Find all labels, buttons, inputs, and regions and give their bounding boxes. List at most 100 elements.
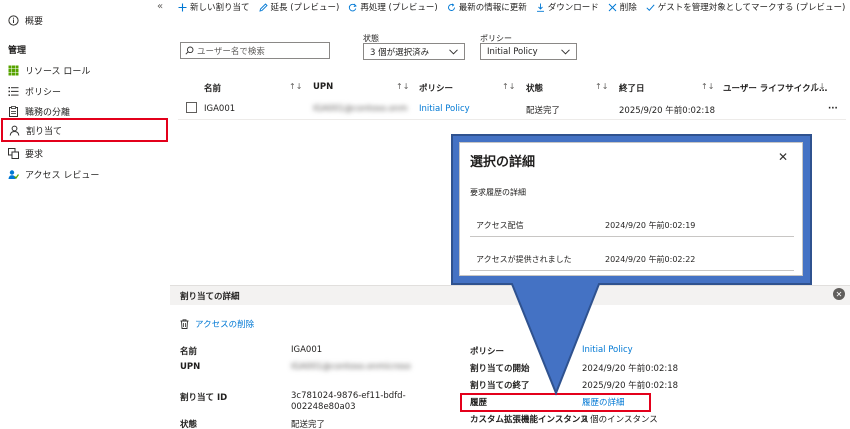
detail-label-custom-extension: カスタム拡張機能インスタンス [470, 415, 589, 425]
row-checkbox[interactable] [186, 102, 197, 113]
detail-label-name: 名前 [180, 347, 198, 357]
popup-row-value: 2024/9/20 午前0:02:22 [605, 255, 696, 264]
chevron-down-icon [449, 48, 458, 55]
app-root: « 概要 管理 リソース ロール ポリシー 職務の分離 割り当て 要求 アクセス… [0, 0, 850, 429]
sidebar-item-policies[interactable]: ポリシー [0, 81, 168, 101]
pencil-icon [258, 2, 268, 12]
detail-value-name: IGA001 [291, 345, 323, 355]
column-header-upn[interactable]: UPN [313, 82, 333, 92]
detail-value-start: 2024/9/20 午前0:02:18 [582, 364, 679, 374]
search-input[interactable]: ユーザー名で検索 [180, 42, 330, 59]
sidebar-item-label: 職務の分離 [25, 107, 71, 118]
sidebar-item-label: 概要 [25, 16, 44, 27]
sidebar-item-label: 要求 [25, 149, 44, 160]
popup-row-key: アクセスが提供されました [476, 255, 572, 264]
row-upn: IGA001@contoso.onmicrosoft.com [313, 104, 408, 114]
sidebar-item-label: リソース ロール [25, 66, 91, 77]
row-divider [178, 119, 846, 120]
download-icon [536, 3, 544, 12]
reprocess-label: 再処理 (プレビュー) [360, 3, 438, 13]
info-icon [7, 14, 19, 26]
sidebar-item-overview[interactable]: 概要 [0, 10, 168, 30]
download-label: ダウンロード [547, 3, 599, 13]
detail-value-upn: IGA001@contoso.onmicrosoft.com [291, 362, 411, 372]
sidebar-section-manage: 管理 [8, 46, 27, 56]
extend-label: 延長 (プレビュー) [270, 3, 340, 13]
new-assignment-button[interactable]: 新しい割り当て [178, 1, 250, 13]
delete-label: 削除 [619, 3, 637, 13]
extend-button[interactable]: 延長 (プレビュー) [258, 1, 340, 13]
detail-label-policy: ポリシー [470, 347, 505, 357]
popup-row-key: アクセス配信 [476, 221, 524, 230]
sort-icon[interactable]: ↑↓ [502, 82, 515, 91]
column-header-policy[interactable]: ポリシー [419, 82, 453, 94]
list-icon [7, 85, 19, 97]
row-state: 配送完了 [526, 106, 561, 116]
column-header-end-date[interactable]: 終了日 [619, 82, 645, 94]
sidebar-item-requests[interactable]: 要求 [0, 143, 168, 163]
policy-filter-dropdown[interactable]: Initial Policy [480, 43, 577, 60]
more-options-icon[interactable]: ··· [828, 104, 838, 114]
column-header-state[interactable]: 状態 [526, 82, 543, 94]
detail-value-end: 2025/9/20 午前0:02:18 [582, 381, 679, 391]
row-policy-link[interactable]: Initial Policy [419, 104, 470, 114]
selection-details-popup: 選択の詳細 ✕ 要求履歴の詳細 アクセス配信 2024/9/20 午前0:02:… [459, 142, 803, 276]
grid-icon [7, 64, 19, 76]
popup-title: 選択の詳細 [470, 155, 536, 170]
close-icon[interactable]: ✕ [778, 150, 788, 164]
reprocess-button[interactable]: 再処理 (プレビュー) [348, 1, 438, 13]
close-detail-icon[interactable]: ✕ [833, 288, 845, 300]
refresh-icon [447, 2, 455, 11]
review-icon [7, 168, 19, 180]
detail-pane-header: 割り当ての詳細 [170, 285, 850, 305]
detail-label-assignment-id: 割り当て ID [180, 393, 228, 403]
sort-icon[interactable]: ↑↓ [701, 82, 714, 91]
detail-value-assignment-id: 3c781024-9876-ef11-bdfd- [291, 391, 406, 401]
refresh-label: 最新の情報に更新 [458, 3, 527, 13]
popup-row: アクセスが提供されました 2024/9/20 午前0:02:22 [470, 245, 794, 271]
delete-button[interactable]: 削除 [608, 1, 637, 13]
popup-row: アクセス配信 2024/9/20 午前0:02:19 [470, 211, 794, 237]
sidebar: « 概要 管理 リソース ロール ポリシー 職務の分離 割り当て 要求 アクセス… [0, 0, 170, 429]
sort-icon[interactable]: ↑↓ [812, 82, 825, 91]
sidebar-item-label: アクセス レビュー [25, 170, 100, 181]
detail-value-state: 配送完了 [291, 420, 326, 429]
sort-icon[interactable]: ↑↓ [595, 82, 608, 91]
check-icon [646, 3, 655, 11]
detail-value-policy-link[interactable]: Initial Policy [582, 345, 633, 355]
popup-row-value: 2024/9/20 午前0:02:19 [605, 221, 696, 230]
state-filter-value: 3 個が選択済み [370, 47, 430, 58]
sidebar-item-resource-roles[interactable]: リソース ロール [0, 60, 168, 80]
search-placeholder: ユーザー名で検索 [197, 46, 265, 57]
command-bar: 新しい割り当て 延長 (プレビュー) 再処理 (プレビュー) 最新の情報に更新 … [178, 0, 850, 14]
row-end-date: 2025/9/20 午前0:02:18 [619, 106, 716, 116]
detail-label-start: 割り当ての開始 [470, 364, 530, 374]
remove-access-label: アクセスの削除 [195, 320, 255, 330]
state-filter-dropdown[interactable]: 3 個が選択済み [363, 43, 465, 60]
mark-guest-label: ゲストを管理対象としてマークする (プレビュー) [657, 3, 846, 13]
sidebar-item-access-reviews[interactable]: アクセス レビュー [0, 164, 168, 184]
detail-value-assignment-id-cont: 002248e80a03 [291, 402, 356, 412]
new-assignment-label: 新しい割り当て [190, 3, 250, 13]
remove-access-button[interactable]: アクセスの削除 [180, 318, 254, 330]
detail-value-custom-extension: 0 個のインスタンス [582, 415, 658, 425]
policy-filter-value: Initial Policy [487, 46, 538, 57]
detail-label-state: 状態 [180, 420, 198, 429]
sort-icon[interactable]: ↑↓ [396, 82, 409, 91]
sidebar-item-assignments[interactable]: 割り当て [1, 118, 168, 142]
search-icon [185, 46, 194, 55]
chevron-down-icon [561, 48, 570, 55]
detail-pane-title: 割り当ての詳細 [180, 291, 240, 302]
refresh-button[interactable]: 最新の情報に更新 [447, 1, 527, 13]
clipboard-icon [7, 105, 19, 117]
sidebar-item-label: 割り当て [26, 126, 63, 137]
mark-guest-button[interactable]: ゲストを管理対象としてマークする (プレビュー) [646, 1, 846, 13]
trash-icon [180, 319, 189, 329]
column-header-name[interactable]: 名前 [204, 82, 221, 94]
download-button[interactable]: ダウンロード [536, 1, 599, 13]
sort-icon[interactable]: ↑↓ [289, 82, 302, 91]
popup-subtitle: 要求履歴の詳細 [470, 188, 526, 197]
request-icon [7, 147, 19, 159]
history-highlight-box [460, 393, 651, 412]
detail-label-upn: UPN [180, 362, 201, 372]
